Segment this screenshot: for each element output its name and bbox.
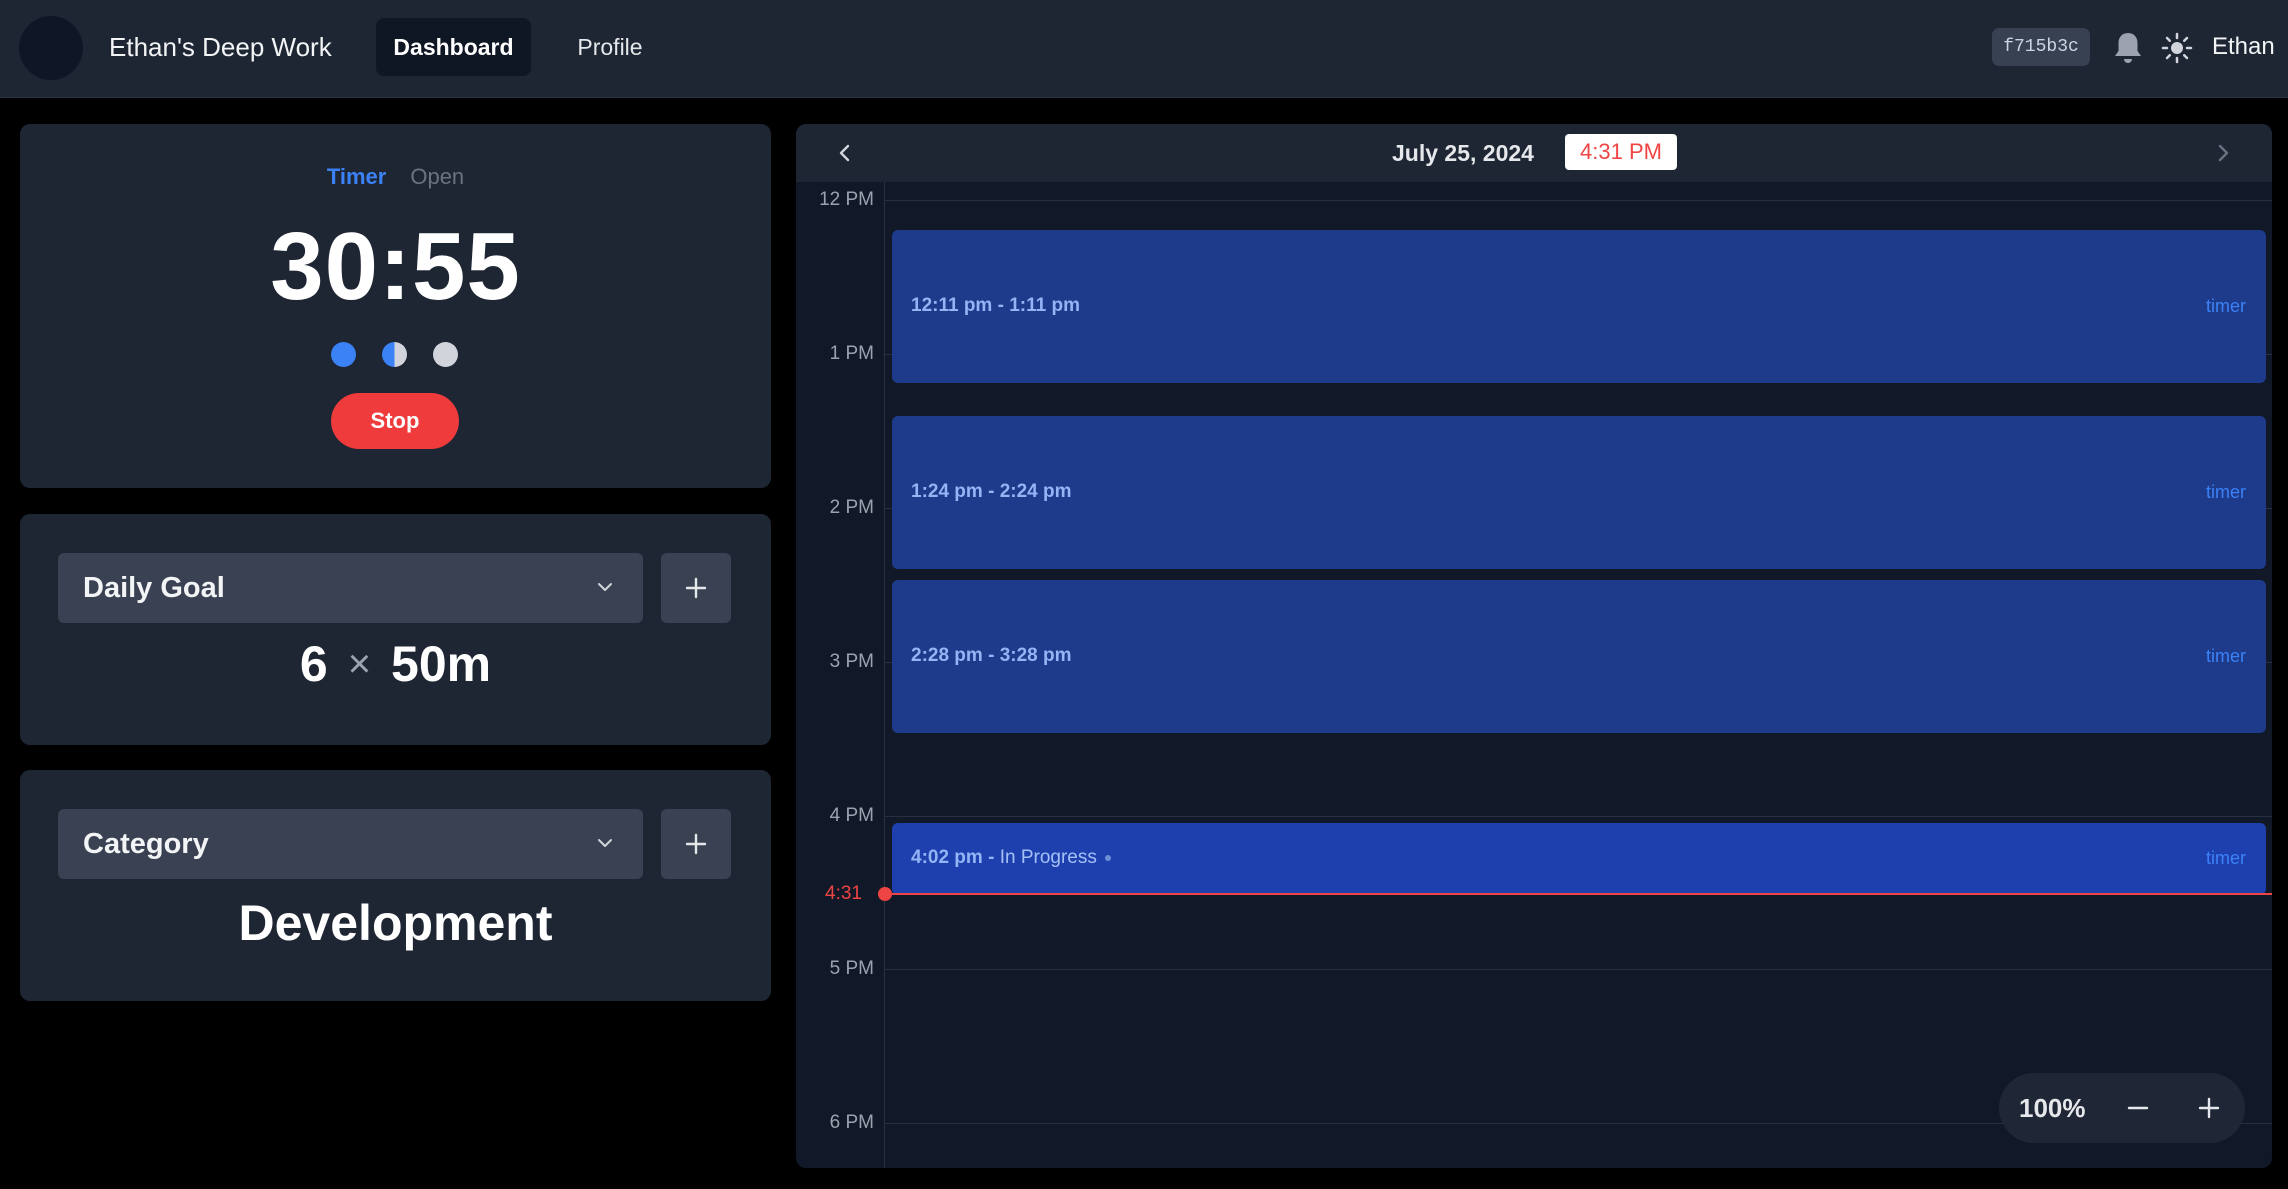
plus-icon xyxy=(685,577,707,599)
hour-line xyxy=(885,969,2272,970)
category-select-label: Category xyxy=(83,828,209,860)
hour-label: 6 PM xyxy=(829,1112,874,1133)
event-time: 2:28 pm - 3:28 pm xyxy=(911,645,1072,666)
tab-open[interactable]: Open xyxy=(410,164,464,190)
calendar-event-in-progress[interactable]: 4:02 pm - In Progress timer xyxy=(892,823,2266,895)
hour-label: 3 PM xyxy=(829,651,874,672)
hour-line xyxy=(885,200,2272,201)
status-dot xyxy=(1104,855,1111,861)
hour-label: 2 PM xyxy=(829,497,874,518)
chevron-right-icon[interactable] xyxy=(2212,142,2234,164)
goal-duration: 50m xyxy=(391,636,492,692)
event-tag: timer xyxy=(2206,848,2246,868)
timer-display: 30:55 xyxy=(270,213,521,320)
event-start-time: 4:02 pm - xyxy=(911,847,1000,868)
current-time-badge: 4:31 PM xyxy=(1565,134,1677,170)
app-title: Ethan's Deep Work xyxy=(109,32,332,62)
event-time: 4:02 pm - In Progress xyxy=(911,847,1111,869)
chevron-down-icon xyxy=(598,839,612,847)
session-dot-full xyxy=(331,342,356,367)
avatar[interactable] xyxy=(19,16,83,80)
goal-count: 6 xyxy=(299,636,328,692)
top-nav: Ethan's Deep Work Dashboard Profile f715… xyxy=(0,0,2288,98)
chevron-down-icon xyxy=(598,583,612,591)
tab-dashboard[interactable]: Dashboard xyxy=(376,18,531,76)
day-calendar: July 25, 2024 4:31 PM 12 PM 1 PM 2 PM 3 … xyxy=(796,124,2272,1168)
event-tag: timer xyxy=(2206,482,2246,502)
calendar-header: July 25, 2024 4:31 PM xyxy=(796,124,2272,182)
plus-icon xyxy=(685,833,707,855)
commit-hash-badge: f715b3c xyxy=(1992,28,2090,66)
tab-timer[interactable]: Timer xyxy=(327,164,387,190)
zoom-out-icon[interactable] xyxy=(2126,1096,2150,1120)
calendar-date: July 25, 2024 xyxy=(1392,140,1534,166)
event-time: 1:24 pm - 2:24 pm xyxy=(911,481,1072,502)
event-tag: timer xyxy=(2206,646,2246,666)
username[interactable]: Ethan xyxy=(2212,30,2275,64)
hour-label: 4 PM xyxy=(829,805,874,826)
daily-goal-card: Daily Goal 6 × 50m xyxy=(20,514,771,745)
add-category-button[interactable] xyxy=(661,809,731,879)
hour-label: 12 PM xyxy=(819,189,874,210)
event-tag: timer xyxy=(2206,296,2246,316)
zoom-in-icon[interactable] xyxy=(2197,1096,2221,1120)
current-time-dot xyxy=(878,887,892,901)
category-card: Category Development xyxy=(20,770,771,1001)
category-value: Development xyxy=(238,895,553,951)
calendar-event[interactable]: 12:11 pm - 1:11 pm timer xyxy=(892,230,2266,383)
timer-mode-tabs: Timer Open xyxy=(20,164,771,190)
current-time-line xyxy=(885,893,2272,895)
chevron-left-icon[interactable] xyxy=(834,142,856,164)
category-select[interactable]: Category xyxy=(58,809,643,879)
time-gutter-divider xyxy=(884,182,885,1168)
hour-label: 1 PM xyxy=(829,343,874,364)
goal-value: 6 × 50m xyxy=(20,634,771,698)
zoom-level: 100% xyxy=(2019,1093,2086,1123)
zoom-control: 100% xyxy=(1999,1073,2245,1143)
calendar-event[interactable]: 2:28 pm - 3:28 pm timer xyxy=(892,580,2266,733)
hour-line xyxy=(885,816,2272,817)
daily-goal-select-label: Daily Goal xyxy=(83,572,225,604)
current-time-label: 4:31 xyxy=(825,883,862,904)
bell-icon[interactable] xyxy=(2112,30,2144,66)
add-goal-button[interactable] xyxy=(661,553,731,623)
stop-button[interactable]: Stop xyxy=(331,393,459,449)
session-dot-half xyxy=(382,342,407,367)
hour-label: 5 PM xyxy=(829,958,874,979)
event-time: 12:11 pm - 1:11 pm xyxy=(911,295,1080,316)
times-symbol: × xyxy=(347,642,372,686)
sun-icon[interactable] xyxy=(2161,32,2193,64)
daily-goal-select[interactable]: Daily Goal xyxy=(58,553,643,623)
tab-profile[interactable]: Profile xyxy=(560,18,660,76)
event-status: In Progress xyxy=(999,847,1097,868)
session-dot-empty xyxy=(433,342,458,367)
calendar-event[interactable]: 1:24 pm - 2:24 pm timer xyxy=(892,416,2266,569)
